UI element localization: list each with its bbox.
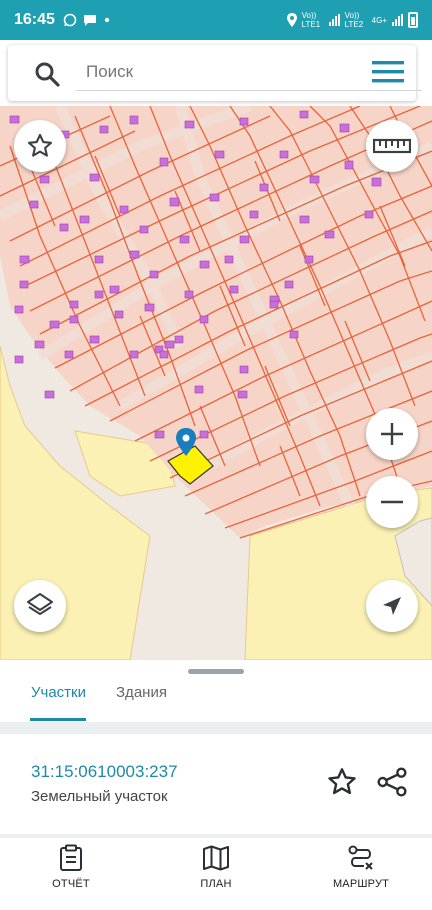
menu-icon[interactable] xyxy=(370,57,406,87)
cadastral-map[interactable] xyxy=(0,106,432,660)
tab-active-indicator xyxy=(30,718,86,721)
search-box xyxy=(8,45,422,101)
battery-icon xyxy=(408,12,418,28)
sim2-label: Vo)) LTE2 xyxy=(344,11,364,29)
layers-icon xyxy=(27,593,53,615)
signal-icon-2 xyxy=(392,14,403,26)
clipboard-icon xyxy=(60,844,82,871)
location-icon xyxy=(286,13,297,27)
favorites-map-button[interactable] xyxy=(14,120,66,172)
zoom-out-button[interactable] xyxy=(366,476,418,528)
route-icon xyxy=(348,845,373,870)
bottom-nav: ОТЧЁТ ПЛАН МАРШРУТ xyxy=(0,838,432,910)
share-icon[interactable] xyxy=(376,766,408,798)
search-bar xyxy=(0,40,432,106)
tab-bar: Участки Здания xyxy=(0,674,432,722)
dot-icon xyxy=(104,17,110,23)
minus-icon xyxy=(381,500,403,504)
search-icon[interactable] xyxy=(34,61,60,87)
nav-plan-label: ПЛАН xyxy=(200,878,232,890)
layers-button[interactable] xyxy=(14,580,66,632)
nav-route[interactable]: МАРШРУТ xyxy=(306,844,416,890)
divider xyxy=(0,722,432,734)
map-icon xyxy=(203,845,229,871)
sim1-label: Vo)) LTE1 xyxy=(301,11,321,29)
tab-parcels[interactable]: Участки xyxy=(31,684,86,701)
parcel-type: Земельный участок xyxy=(31,788,168,805)
nav-route-label: МАРШРУТ xyxy=(332,878,390,890)
ruler-button[interactable] xyxy=(366,120,418,172)
network-type: 4G+ xyxy=(371,15,387,25)
ruler-icon xyxy=(373,138,411,154)
status-left-icons xyxy=(63,13,111,27)
map-view[interactable] xyxy=(0,106,432,660)
parcel-card: 31:15:0610003:237 Земельный участок xyxy=(0,734,432,834)
navigation-arrow-icon xyxy=(383,597,401,615)
status-bar: 16:45 Vo)) LTE1 Vo)) LTE2 4G+ xyxy=(0,0,432,40)
nav-report-label: ОТЧЁТ xyxy=(52,878,90,890)
bottom-sheet: Участки Здания 31:15:0610003:237 Земельн… xyxy=(0,660,432,910)
nav-plan[interactable]: ПЛАН xyxy=(161,844,271,890)
star-icon[interactable] xyxy=(326,766,358,798)
status-time: 16:45 xyxy=(14,11,55,28)
nav-report[interactable]: ОТЧЁТ xyxy=(16,844,126,890)
message-icon xyxy=(83,15,96,26)
star-outline-icon xyxy=(27,133,53,157)
whatsapp-icon xyxy=(63,13,77,27)
zoom-in-button[interactable] xyxy=(366,408,418,460)
status-right-icons: Vo)) LTE1 Vo)) LTE2 4G+ xyxy=(286,11,418,29)
my-location-button[interactable] xyxy=(366,580,418,632)
app-root: 16:45 Vo)) LTE1 Vo)) LTE2 4G+ Поиск Учас… xyxy=(0,0,432,910)
signal-icon xyxy=(328,14,340,26)
plus-icon xyxy=(381,423,403,445)
cadastral-number[interactable]: 31:15:0610003:237 xyxy=(31,762,178,782)
tab-buildings[interactable]: Здания xyxy=(116,684,167,701)
